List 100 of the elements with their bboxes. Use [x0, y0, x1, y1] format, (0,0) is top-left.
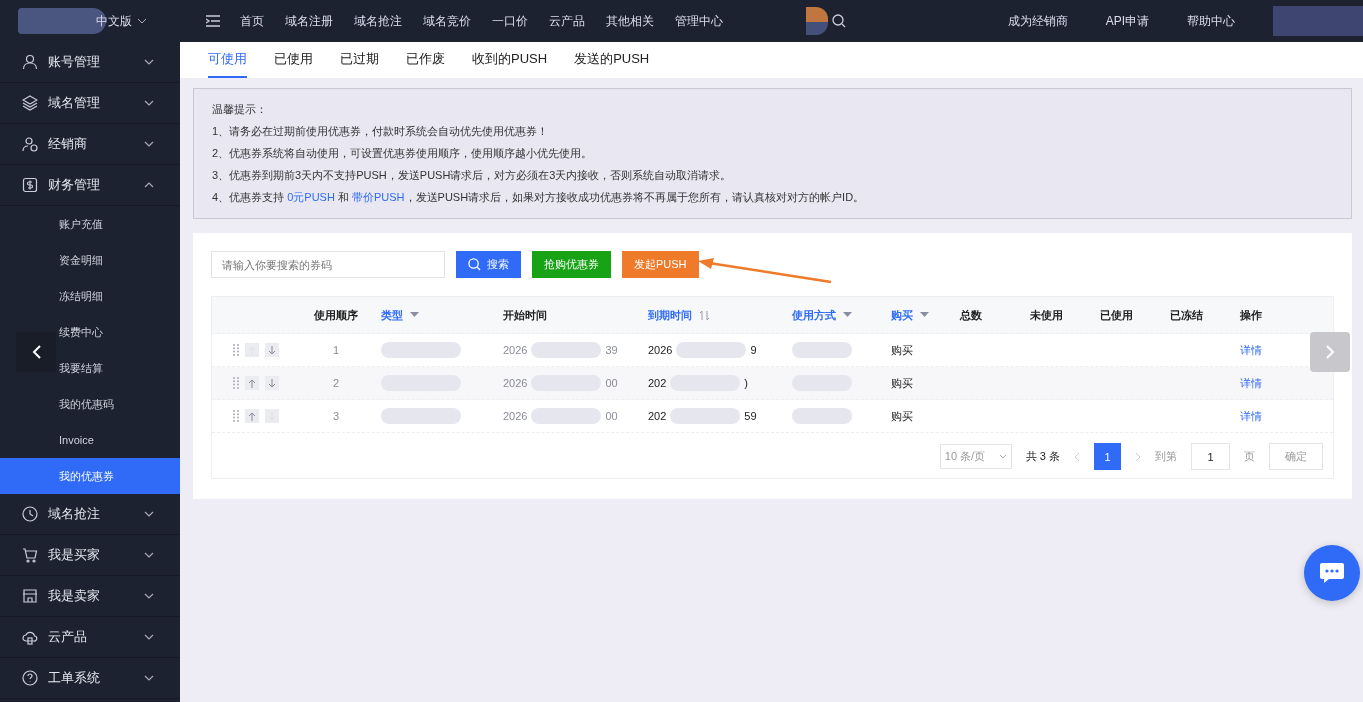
drag-handle-icon[interactable]: [233, 377, 239, 389]
table-cell: 2026: [503, 344, 528, 356]
store-icon: [22, 588, 38, 604]
page-number-field[interactable]: 1: [1191, 443, 1230, 470]
filter-caret-icon[interactable]: [920, 312, 929, 318]
up-arrow-icon: [248, 378, 256, 388]
sidebar-item[interactable]: 工单系统: [0, 658, 180, 699]
table-cell: 购买: [891, 375, 913, 391]
search-icon[interactable]: [832, 14, 846, 28]
user-icon: [22, 54, 38, 70]
table-cell: ): [744, 377, 749, 389]
sidebar-item[interactable]: 财务管理: [0, 165, 180, 206]
table-cell: 00: [605, 377, 618, 389]
column-header: 使用方式: [792, 307, 836, 323]
sidebar-item[interactable]: 我是买家: [0, 535, 180, 576]
redaction-block: [531, 342, 602, 358]
column-header: 已使用: [1100, 307, 1133, 323]
sidebar-subitem[interactable]: 资金明细: [0, 242, 180, 278]
down-arrow-icon: [268, 345, 276, 355]
total-count: 共 3 条: [1025, 449, 1060, 464]
notice-title: 温馨提示：: [212, 102, 268, 116]
move-up-button[interactable]: [245, 409, 259, 423]
filter-caret-icon[interactable]: [410, 312, 419, 318]
page-button[interactable]: 1: [1094, 443, 1121, 470]
tab[interactable]: 已作废: [406, 42, 445, 78]
redaction-block: [531, 408, 602, 424]
column-header: 购买: [891, 307, 913, 323]
next-arrow-button[interactable]: [1310, 332, 1350, 372]
nav-link[interactable]: 一口价: [492, 12, 528, 30]
up-arrow-icon: [248, 411, 256, 421]
table-cell: 3: [332, 410, 340, 422]
table-cell: 2026: [503, 410, 528, 422]
sidebar-item[interactable]: 域名管理: [0, 83, 180, 124]
column-header: 类型: [381, 307, 403, 323]
drag-handle-icon[interactable]: [233, 344, 239, 356]
next-page-icon[interactable]: [1135, 451, 1141, 462]
tab[interactable]: 可使用: [208, 42, 247, 78]
push-link[interactable]: 0元PUSH: [287, 191, 335, 203]
down-arrow-icon: [268, 378, 276, 388]
sidebar-item[interactable]: 域名抢注: [0, 494, 180, 535]
sidebar-subitem[interactable]: Invoice: [0, 422, 180, 458]
chat-button[interactable]: [1304, 545, 1360, 601]
previous-arrow-button[interactable]: [16, 332, 56, 372]
nav-link[interactable]: 首页: [240, 12, 264, 30]
details-link[interactable]: 详情: [1240, 408, 1262, 424]
sidebar-subitem[interactable]: 我要结算: [0, 350, 180, 386]
nav-link[interactable]: 帮助中心: [1187, 12, 1235, 30]
table-cell: 购买: [891, 408, 913, 424]
move-up-button[interactable]: [245, 376, 259, 390]
details-link[interactable]: 详情: [1240, 375, 1262, 391]
table-cell: 2026: [648, 344, 673, 356]
notice-text: 4、优惠券支持 0元PUSH 和 带价PUSH，发送PUSH请求后，如果对方接收成功优惠券将不再属于您所有，请认真核对对方的帐户ID。: [212, 190, 866, 204]
nav-link[interactable]: 云产品: [549, 12, 585, 30]
chevron-icon: [998, 454, 1007, 459]
sidebar-item[interactable]: 云产品: [0, 617, 180, 658]
sidebar-item[interactable]: 经销商: [0, 124, 180, 165]
layers-icon: [22, 95, 38, 111]
tab[interactable]: 已过期: [340, 42, 379, 78]
dollar-icon: [22, 177, 38, 193]
nav-link[interactable]: 成为经销商: [1007, 12, 1068, 30]
redaction-block: [792, 342, 852, 358]
chevron-icon: [137, 18, 147, 24]
sidebar-item[interactable]: 我是卖家: [0, 576, 180, 617]
sidebar-subitem[interactable]: 续费中心: [0, 314, 180, 350]
sidebar-subitem[interactable]: 我的优惠券: [0, 458, 180, 494]
filter-caret-icon[interactable]: [843, 312, 852, 318]
details-link[interactable]: 详情: [1240, 342, 1262, 358]
column-header: 操作: [1240, 307, 1262, 323]
menu-icon[interactable]: [206, 15, 220, 27]
cart-icon: [22, 547, 38, 563]
sidebar-subitem[interactable]: 冻结明细: [0, 278, 180, 314]
nav-link[interactable]: 域名竞价: [423, 12, 471, 30]
table-cell: 2: [332, 377, 340, 389]
nav-link[interactable]: 域名注册: [285, 12, 333, 30]
previous-page-icon[interactable]: [1074, 451, 1080, 462]
tab[interactable]: 收到的PUSH: [472, 42, 548, 78]
tab[interactable]: 已使用: [274, 42, 313, 78]
column-header: 使用顺序: [314, 307, 358, 323]
table-cell: 9: [750, 344, 757, 356]
nav-link[interactable]: 其他相关: [606, 12, 654, 30]
nav-link[interactable]: 管理中心: [675, 12, 723, 30]
sidebar-subitem[interactable]: 我的优惠码: [0, 386, 180, 422]
nav-link[interactable]: 域名抢注: [354, 12, 402, 30]
move-down-button[interactable]: [265, 343, 279, 357]
chevron-right-icon: [1325, 345, 1335, 359]
redaction-block: [670, 408, 741, 424]
drag-handle-icon[interactable]: [233, 410, 239, 422]
sidebar-subitem[interactable]: 账户充值: [0, 206, 180, 242]
search-field[interactable]: 请输入你要搜索的券码: [211, 251, 445, 278]
search-button[interactable]: 搜索: [456, 251, 521, 278]
nav-link[interactable]: API申请: [1105, 12, 1149, 30]
table-cell: 39: [605, 344, 618, 356]
table-cell: 202: [648, 410, 667, 422]
question-icon: [22, 670, 38, 686]
tab[interactable]: 发送的PUSH: [574, 42, 650, 78]
sort-icon[interactable]: [699, 309, 710, 321]
table-cell: 购买: [891, 342, 913, 358]
language-selector[interactable]: 中文版: [96, 12, 147, 30]
move-down-button[interactable]: [265, 376, 279, 390]
push-link[interactable]: 带价PUSH: [352, 191, 405, 203]
